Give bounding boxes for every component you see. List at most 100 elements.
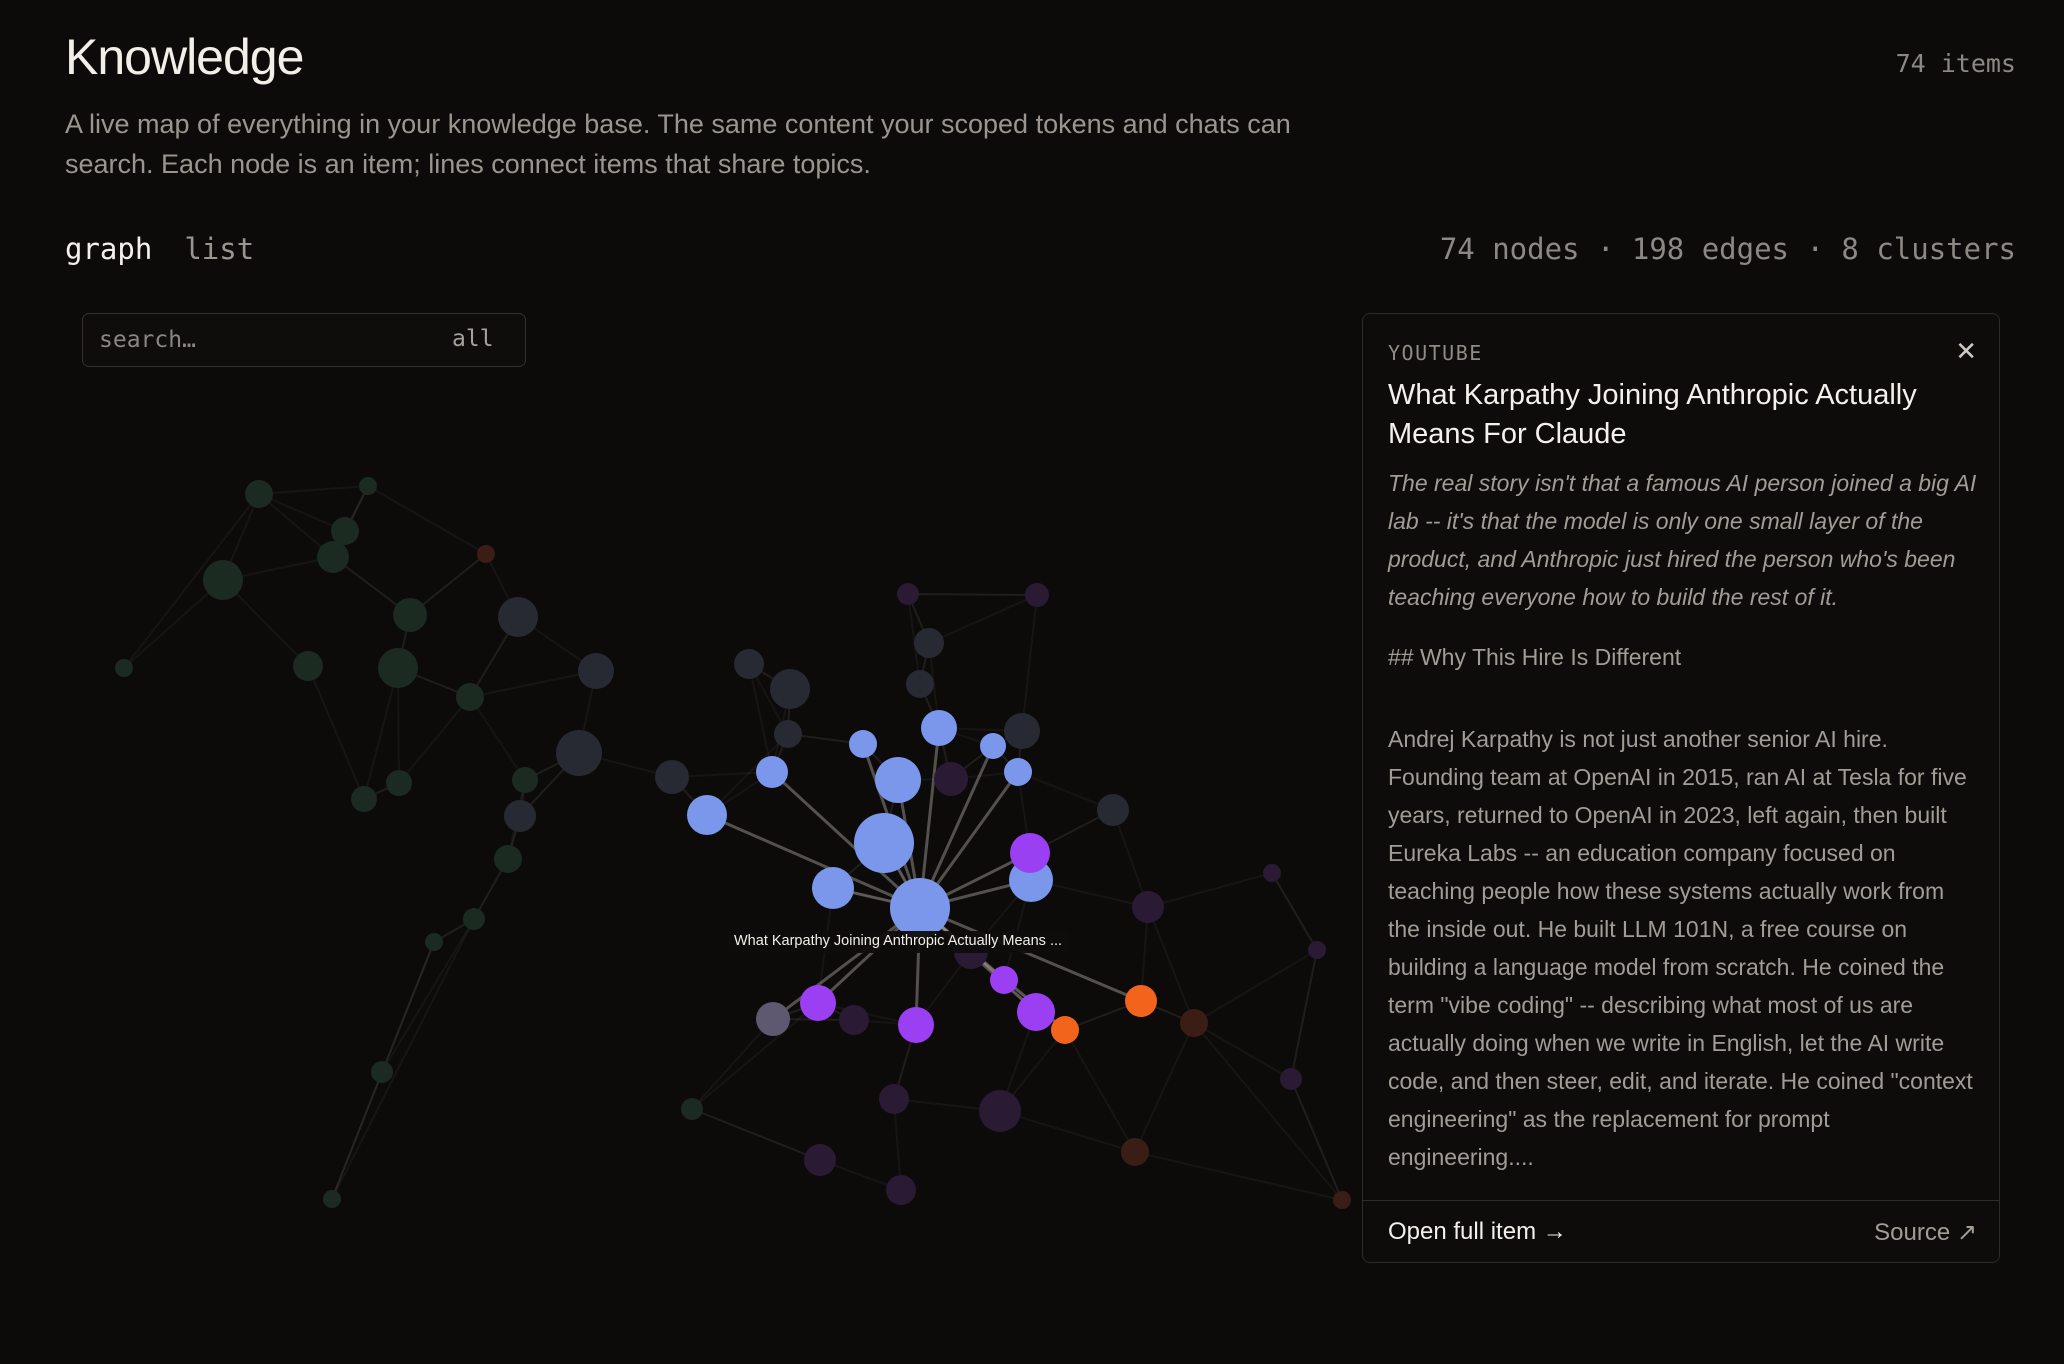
- graph-edge: [919, 906, 1142, 1003]
- graph-edge: [331, 918, 475, 1200]
- item-section-heading: ## Why This Hire Is Different: [1388, 644, 1682, 670]
- graph-node[interactable]: [293, 651, 323, 681]
- graph-edge: [1193, 949, 1318, 1024]
- graph-edge: [1271, 872, 1318, 951]
- graph-edge: [907, 593, 1038, 596]
- graph-node[interactable]: [1025, 583, 1049, 607]
- close-icon[interactable]: ✕: [1955, 336, 1977, 367]
- graph-node[interactable]: [812, 867, 854, 909]
- graph-node[interactable]: [1333, 1191, 1351, 1209]
- graph-node[interactable]: [494, 845, 522, 873]
- graph-node[interactable]: [331, 517, 359, 545]
- graph-node[interactable]: [351, 786, 377, 812]
- graph-node[interactable]: [1308, 941, 1326, 959]
- graph-edge: [469, 696, 526, 781]
- graph-edge: [691, 1108, 821, 1161]
- knowledge-graph[interactable]: What Karpathy Joining Anthropic Actually…: [0, 300, 1352, 1300]
- graph-node[interactable]: [359, 477, 377, 495]
- graph-edge: [469, 670, 597, 698]
- graph-node[interactable]: [774, 720, 802, 748]
- graph-node[interactable]: [854, 813, 914, 873]
- graph-node[interactable]: [800, 985, 836, 1021]
- graph-node[interactable]: [1010, 833, 1050, 873]
- graph-edge: [1021, 594, 1038, 732]
- graph-node[interactable]: [734, 649, 764, 679]
- panel-divider: [1363, 1200, 1999, 1201]
- graph-node[interactable]: [756, 756, 788, 788]
- graph-node[interactable]: [1051, 1016, 1079, 1044]
- graph-node[interactable]: [655, 760, 689, 794]
- graph-node[interactable]: [1132, 891, 1164, 923]
- graph-node[interactable]: [770, 669, 810, 709]
- open-full-item-link[interactable]: Open full item →: [1388, 1218, 1567, 1246]
- graph-node[interactable]: [504, 800, 536, 832]
- item-body: Andrej Karpathy is not just another seni…: [1388, 726, 1973, 1170]
- tab-list[interactable]: list: [184, 232, 254, 266]
- graph-edge: [1290, 1078, 1343, 1201]
- graph-node[interactable]: [1180, 1009, 1208, 1037]
- graph-node[interactable]: [849, 730, 877, 758]
- graph-node[interactable]: [1121, 1138, 1149, 1166]
- graph-node[interactable]: [990, 966, 1018, 994]
- graph-node[interactable]: [804, 1144, 836, 1176]
- graph-node[interactable]: [756, 1002, 790, 1036]
- graph-node[interactable]: [934, 762, 968, 796]
- item-summary: The real story isn't that a famous AI pe…: [1388, 470, 1977, 610]
- graph-node[interactable]: [512, 767, 538, 793]
- page-subtitle: A live map of everything in your knowled…: [65, 109, 1291, 179]
- graph-node[interactable]: [371, 1061, 393, 1083]
- graph-edge: [1147, 872, 1273, 908]
- graph-node[interactable]: [906, 670, 934, 698]
- graph-node[interactable]: [323, 1190, 341, 1208]
- source-link[interactable]: Source ↗: [1874, 1218, 1977, 1247]
- graph-node[interactable]: [378, 648, 418, 688]
- graph-node[interactable]: [498, 597, 538, 637]
- graph-node[interactable]: [1017, 993, 1055, 1031]
- graph-node[interactable]: [578, 653, 614, 689]
- graph-node[interactable]: [879, 1084, 909, 1114]
- graph-node[interactable]: [921, 710, 957, 746]
- graph-node[interactable]: [556, 730, 602, 776]
- graph-edges: [123, 485, 1343, 1201]
- graph-node[interactable]: [477, 545, 495, 563]
- graph-node[interactable]: [914, 628, 944, 658]
- graph-node[interactable]: [980, 733, 1006, 759]
- detail-panel: YOUTUBE ✕ What Karpathy Joining Anthropi…: [1362, 313, 2000, 1263]
- graph-node[interactable]: [463, 908, 485, 930]
- tab-graph[interactable]: graph: [65, 232, 152, 266]
- graph-node[interactable]: [1280, 1068, 1302, 1090]
- graph-node[interactable]: [115, 659, 133, 677]
- graph-edge: [258, 493, 346, 532]
- graph-canvas[interactable]: [0, 300, 1352, 1300]
- graph-node[interactable]: [687, 795, 727, 835]
- graph-node[interactable]: [886, 1175, 916, 1205]
- search-filter-all[interactable]: all: [452, 326, 494, 352]
- graph-node[interactable]: [393, 598, 427, 632]
- graph-node[interactable]: [456, 683, 484, 711]
- page-title: Knowledge: [65, 29, 304, 85]
- graph-node[interactable]: [1004, 713, 1040, 749]
- graph-node[interactable]: [1004, 758, 1032, 786]
- view-tabs: graph list: [65, 232, 254, 266]
- graph-node[interactable]: [203, 560, 243, 600]
- graph-node[interactable]: [425, 933, 443, 951]
- graph-edge: [398, 696, 471, 784]
- search-input[interactable]: [99, 314, 399, 366]
- graph-node[interactable]: [245, 480, 273, 508]
- graph-node[interactable]: [1263, 864, 1281, 882]
- graph-node[interactable]: [839, 1005, 869, 1035]
- graph-node[interactable]: [890, 878, 950, 938]
- graph-node[interactable]: [1125, 985, 1157, 1017]
- graph-node[interactable]: [875, 757, 921, 803]
- graph-node[interactable]: [1097, 794, 1129, 826]
- graph-node[interactable]: [386, 770, 412, 796]
- graph-nodes: [115, 477, 1351, 1209]
- graph-edge: [367, 485, 487, 555]
- graph-edge: [748, 663, 773, 773]
- graph-node[interactable]: [898, 1007, 934, 1043]
- graph-node[interactable]: [979, 1090, 1021, 1132]
- graph-node[interactable]: [681, 1098, 703, 1120]
- graph-node[interactable]: [317, 541, 349, 573]
- graph-edge: [691, 1018, 774, 1110]
- graph-node[interactable]: [897, 583, 919, 605]
